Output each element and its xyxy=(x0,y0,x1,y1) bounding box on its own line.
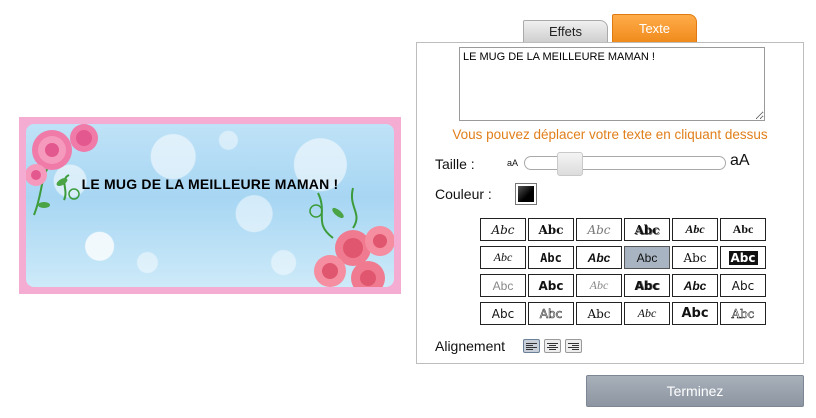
finish-button[interactable]: Terminez xyxy=(586,375,804,407)
roses-top-left-decoration xyxy=(26,124,98,216)
font-option[interactable]: Abc xyxy=(528,246,574,269)
font-option[interactable]: Abc xyxy=(576,218,622,241)
font-option[interactable]: Abc xyxy=(672,246,718,269)
color-label: Couleur : xyxy=(435,186,492,202)
align-right-icon[interactable] xyxy=(565,339,582,353)
font-option[interactable]: Abc xyxy=(720,246,766,269)
font-option[interactable]: Abc xyxy=(672,218,718,241)
size-slider[interactable] xyxy=(524,152,726,176)
text-input[interactable] xyxy=(459,47,765,121)
font-option[interactable]: Abc xyxy=(672,274,718,297)
font-option[interactable]: Abc xyxy=(624,274,670,297)
color-picker-button[interactable] xyxy=(515,183,537,205)
font-option[interactable]: Abc xyxy=(576,246,622,269)
font-option[interactable]: Abc xyxy=(528,218,574,241)
color-swatch-fill xyxy=(518,186,534,202)
size-small-label: aA xyxy=(507,158,519,168)
tab-texte[interactable]: Texte xyxy=(612,14,697,42)
mug-preview: LE MUG DE LA MEILLEURE MAMAN ! xyxy=(19,117,401,294)
font-option[interactable]: Abc xyxy=(720,302,766,325)
mug-design-area: LE MUG DE LA MEILLEURE MAMAN ! xyxy=(26,124,394,287)
text-options-panel: Vous pouvez déplacer votre texte en cliq… xyxy=(416,42,804,364)
font-option[interactable]: Abc xyxy=(576,274,622,297)
roses-bottom-right-decoration xyxy=(309,187,394,287)
font-option[interactable]: Abc xyxy=(480,274,526,297)
font-grid: Abc Abc Abc Abc Abc Abc Abc Abc Abc Abc Abc Abc Abc A… xyxy=(480,218,766,325)
size-large-label: aA xyxy=(730,152,750,169)
font-option[interactable]: Abc xyxy=(480,246,526,269)
tab-effets[interactable]: Effets xyxy=(523,20,608,42)
font-option[interactable]: Abc xyxy=(576,302,622,325)
font-option[interactable]: Abc xyxy=(672,302,718,325)
font-option[interactable]: Abc xyxy=(480,302,526,325)
size-label: Taille : xyxy=(435,156,475,172)
hint-text: Vous pouvez déplacer votre texte en cliq… xyxy=(452,127,768,142)
font-option[interactable]: Abc xyxy=(624,218,670,241)
font-option[interactable]: Abc xyxy=(480,218,526,241)
font-option[interactable]: Abc xyxy=(624,246,670,269)
align-left-icon[interactable] xyxy=(523,339,540,353)
font-option[interactable]: Abc xyxy=(624,302,670,325)
size-slider-thumb[interactable] xyxy=(557,152,584,176)
font-option[interactable]: Abc xyxy=(720,218,766,241)
align-center-icon[interactable] xyxy=(544,339,561,353)
font-option[interactable]: Abc xyxy=(720,274,766,297)
alignment-buttons xyxy=(523,339,582,353)
font-option[interactable]: Abc xyxy=(528,274,574,297)
alignment-label: Alignement xyxy=(435,338,506,354)
font-option[interactable]: Abc xyxy=(528,302,574,325)
